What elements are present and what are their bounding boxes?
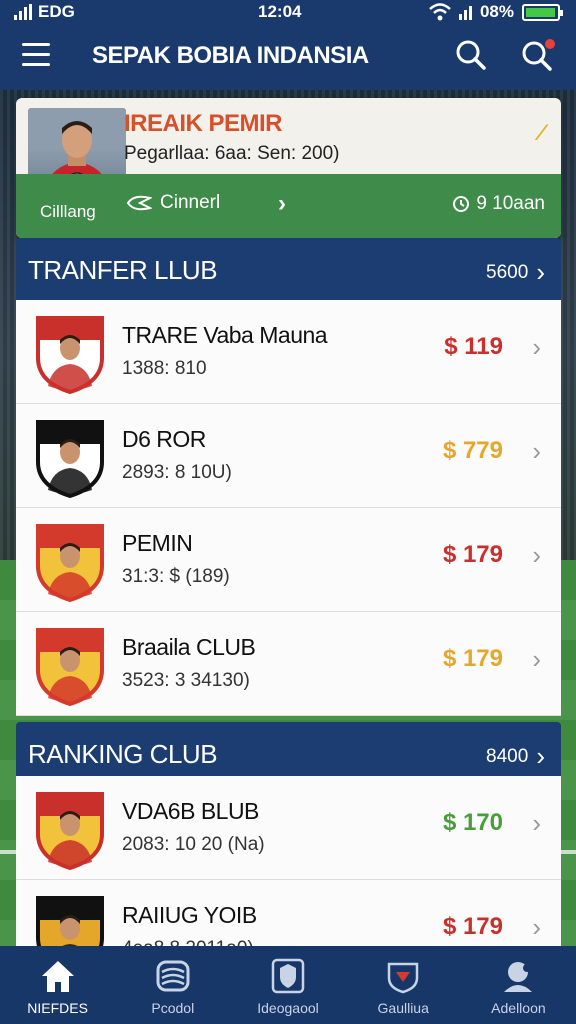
nav-item-shield[interactable]: Ideogaool — [230, 946, 345, 1024]
chevron-right-icon: › — [532, 912, 541, 942]
club-stats: 3523: 3 34130) — [122, 670, 250, 691]
profile-icon — [499, 958, 537, 994]
network-indicator: EDG — [14, 2, 75, 22]
ranking-see-all-button[interactable]: 8400 › — [486, 741, 545, 772]
transfer-see-all-button[interactable]: 5600 › — [486, 257, 545, 288]
club-badge-icon — [34, 790, 106, 871]
club-price: $ 119 — [444, 333, 503, 360]
chevron-right-icon[interactable]: › — [278, 190, 286, 218]
featured-time: 9 10aan — [452, 193, 545, 215]
featured-time-label: 9 10aan — [476, 193, 545, 214]
club-price: $ 179 — [442, 645, 503, 672]
nav-item-home[interactable]: NIEFDES — [0, 946, 115, 1024]
clock-icon — [453, 196, 470, 212]
club-name: D6 ROR — [122, 426, 206, 452]
list-item[interactable]: Braaila CLUB 3523: 3 34130) $ 179 › — [16, 612, 561, 716]
chevron-right-icon: › — [532, 436, 541, 466]
club-badge-icon — [34, 418, 106, 499]
stack-icon — [154, 958, 192, 994]
battery-icon — [522, 3, 563, 21]
club-name: Braaila CLUB — [122, 634, 256, 660]
signal-icon — [14, 4, 32, 20]
featured-subtitle: Pegarllaa: 6aa: Sen: 200) — [124, 143, 340, 164]
transfer-more-label: 5600 — [486, 261, 529, 283]
chevron-right-icon: › — [536, 741, 545, 771]
transfer-section-title: TRANFER LLUB — [28, 255, 218, 285]
trophy-icon — [384, 958, 422, 994]
chevron-right-icon: › — [532, 808, 541, 838]
club-name: PEMIN — [122, 530, 193, 556]
cell-signal-icon — [458, 4, 472, 20]
club-stats: 2893: 8 10U) — [122, 462, 232, 483]
ranking-section-header: RANKING CLUB 8400 › — [16, 722, 561, 784]
nav-label: Gaulliua — [377, 1000, 429, 1016]
featured-title: IREAIK PEMIR — [124, 110, 283, 137]
menu-icon[interactable] — [22, 43, 50, 67]
featured-caption: Cilllang — [40, 202, 96, 221]
club-price: $ 179 — [442, 913, 503, 940]
club-price: $ 179 — [442, 541, 503, 568]
club-name: VDA6B BLUB — [122, 798, 259, 824]
list-item[interactable]: D6 ROR 2893: 8 10U) $ 779 › — [16, 404, 561, 508]
club-stats: 2083: 10 20 (Na) — [122, 834, 265, 855]
club-name: TRARE Vaba Mauna — [122, 322, 328, 348]
chevron-right-icon: › — [532, 540, 541, 570]
list-item[interactable]: VDA6B BLUB 2083: 10 20 (Na) $ 170 › — [16, 776, 561, 880]
nav-label: Adelloon — [491, 1000, 546, 1016]
club-badge-icon — [34, 314, 106, 395]
notification-search-icon[interactable] — [520, 38, 555, 72]
clock: 12:04 — [258, 2, 302, 21]
app-bar: SEPAK BOBIA INDANSIA — [0, 24, 576, 90]
nav-item-profile[interactable]: Adelloon — [461, 946, 576, 1024]
nav-label: NIEFDES — [27, 1000, 88, 1016]
whistle-icon — [126, 195, 152, 211]
ranking-more-label: 8400 — [486, 745, 529, 767]
bottom-navigation: NIEFDES Pcodol Ideogaool Gaulliua Adelloon — [0, 946, 576, 1024]
status-bar: EDG 12:04 08% — [0, 0, 576, 24]
nav-item-trophy[interactable]: Gaulliua — [346, 946, 461, 1024]
club-badge-icon — [34, 626, 106, 707]
shield-icon — [269, 958, 307, 994]
search-icon[interactable] — [454, 38, 488, 72]
app-title: SEPAK BOBIA INDANSIA — [92, 42, 369, 69]
club-name: RAIIUG YOIB — [122, 902, 257, 928]
club-price: $ 170 — [442, 809, 503, 836]
club-price: $ 779 — [442, 437, 503, 464]
chevron-right-icon: › — [532, 332, 541, 362]
featured-action-button[interactable]: Cinnerl — [126, 192, 220, 214]
transfer-list: TRARE Vaba Mauna 1388: 810 $ 119 › D6 ROR 289… — [16, 300, 561, 716]
chevron-right-icon: › — [536, 257, 545, 287]
featured-player-card[interactable]: IREAIK PEMIR Pegarllaa: 6aa: Sen: 200) ⁄… — [16, 98, 561, 238]
nav-label: Pcodol — [151, 1000, 195, 1016]
club-badge-icon — [34, 522, 106, 603]
home-icon — [39, 958, 77, 994]
battery-percent: 08% — [479, 2, 514, 21]
edit-icon[interactable]: ⁄ — [539, 120, 543, 146]
list-item[interactable]: TRARE Vaba Mauna 1388: 810 $ 119 › — [16, 300, 561, 404]
nav-label: Ideogaool — [257, 1000, 319, 1016]
club-stats: 31:3: $ (189) — [122, 566, 230, 587]
wifi-icon — [429, 3, 451, 21]
network-label: EDG — [38, 2, 75, 21]
transfer-section-header: TRANFER LLUB 5600 › — [16, 238, 561, 300]
chevron-right-icon: › — [532, 644, 541, 674]
featured-action-bar: Cilllang Cinnerl › 9 10aan — [16, 174, 561, 238]
list-item[interactable]: PEMIN 31:3: $ (189) $ 179 › — [16, 508, 561, 612]
ranking-section-title: RANKING CLUB — [28, 739, 218, 769]
nav-item-stack[interactable]: Pcodol — [115, 946, 230, 1024]
club-stats: 1388: 810 — [122, 358, 207, 379]
featured-action-label: Cinnerl — [160, 192, 221, 213]
